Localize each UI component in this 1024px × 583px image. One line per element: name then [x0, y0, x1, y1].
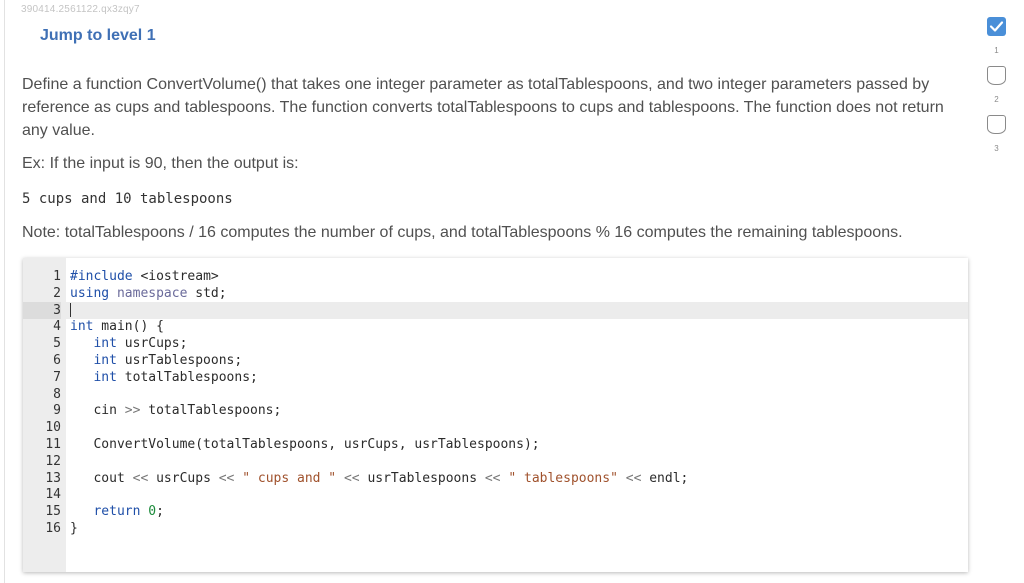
code-text[interactable]: using namespace std;	[70, 285, 227, 302]
code-text[interactable]: ConvertVolume(totalTablespoons, usrCups,…	[70, 436, 540, 453]
code-token: usrCups	[148, 470, 219, 486]
note-text: Note: totalTablespoons / 16 computes the…	[22, 224, 903, 241]
code-line[interactable]: 2 using namespace std;	[23, 285, 968, 302]
code-token: int	[70, 319, 94, 335]
code-text[interactable]: int usrCups;	[70, 335, 187, 352]
code-token: }	[70, 521, 78, 536]
line-number: 10	[45, 420, 61, 436]
code-line[interactable]: 3	[23, 301, 968, 319]
line-number: 4	[53, 319, 61, 335]
code-line[interactable]: 15 return 0;	[23, 503, 968, 520]
line-number: 1	[53, 269, 61, 284]
text-cursor	[70, 303, 71, 318]
level-2-level-badge-icon[interactable]	[987, 66, 1006, 85]
code-token: int	[70, 369, 117, 385]
code-text[interactable]: cout << usrCups << " cups and " << usrTa…	[70, 470, 688, 487]
code-editor[interactable]: 1 #include <iostream> 2 using namespace std…	[23, 258, 968, 572]
code-token: int	[70, 353, 117, 368]
code-token: cout	[70, 470, 133, 486]
code-token: main() {	[93, 319, 164, 335]
code-token: cin	[70, 403, 125, 419]
code-token: return	[70, 504, 141, 520]
level-1-check-icon[interactable]	[987, 17, 1006, 36]
code-token: <<	[625, 470, 642, 486]
code-line[interactable]: 1 #include <iostream>	[23, 268, 968, 285]
code-token: ;	[156, 504, 164, 520]
code-line[interactable]: 6 int usrTablespoons;	[23, 352, 968, 369]
code-token: 0	[148, 504, 157, 520]
level-number: 1	[994, 46, 999, 55]
code-token: >>	[124, 403, 141, 419]
line-number: 9	[53, 403, 61, 419]
line-number: 5	[53, 336, 61, 352]
code-token: int	[70, 336, 117, 352]
code-line[interactable]: 12	[23, 453, 968, 470]
code-text[interactable]: int usrTablespoons;	[70, 352, 242, 369]
code-text[interactable]: int main() {	[70, 318, 164, 335]
code-token: #include	[70, 269, 133, 284]
left-divider	[4, 0, 5, 583]
line-number: 7	[53, 369, 61, 385]
activity-id: 390414.2561122.qx3zqy7	[21, 4, 140, 15]
code-line[interactable]: 13 cout << usrCups << " cups and " << us…	[23, 470, 968, 487]
line-number: 11	[45, 437, 61, 452]
code-line[interactable]: 16}	[23, 520, 968, 537]
example-text: Ex: If the input is 90, then the output …	[22, 155, 299, 172]
code-token: <<	[218, 470, 235, 486]
line-number: 6	[53, 353, 61, 368]
level-number: 2	[994, 95, 999, 104]
code-token: ConvertVolume(totalTablespoons, usrCups,…	[70, 437, 540, 452]
code-token: totalTablespoons;	[116, 369, 258, 385]
code-token: usrTablespoons;	[116, 353, 243, 368]
code-line[interactable]: 11 ConvertVolume(totalTablespoons, usrCu…	[23, 436, 968, 453]
code-token: <iostream>	[132, 269, 219, 284]
code-line[interactable]: 7 int totalTablespoons;	[23, 369, 968, 386]
code-token: namespace	[116, 285, 188, 301]
code-line[interactable]: 14	[23, 486, 968, 503]
code-token: <<	[132, 470, 149, 486]
line-number: 14	[45, 487, 61, 503]
code-token: usrTablespoons	[359, 470, 485, 486]
code-text[interactable]: cin >> totalTablespoons;	[70, 402, 281, 419]
code-line[interactable]: 5 int usrCups;	[23, 335, 968, 352]
code-text[interactable]: #include <iostream>	[70, 268, 219, 285]
line-number: 2	[53, 285, 61, 301]
code-line[interactable]: 8	[23, 386, 968, 403]
code-token: " cups and "	[234, 470, 337, 486]
line-number: 13	[45, 470, 61, 486]
code-token: " tablespoons"	[500, 470, 618, 486]
line-number: 16	[45, 521, 61, 536]
jump-to-level-link[interactable]: Jump to level 1	[40, 27, 156, 45]
line-number: 8	[53, 386, 61, 402]
sample-output: 5 cups and 10 tablespoons	[22, 191, 233, 207]
code-text[interactable]: return 0;	[70, 503, 164, 520]
code-line[interactable]: 4 int main() {	[23, 318, 968, 335]
code-token: std;	[187, 285, 227, 301]
line-number: 12	[45, 453, 61, 469]
code-token: <<	[343, 470, 360, 486]
problem-description: Define a function ConvertVolume() that t…	[22, 76, 944, 139]
code-token: usrCups;	[116, 336, 188, 352]
line-number: 3	[23, 301, 61, 319]
code-token: totalTablespoons;	[140, 403, 282, 419]
line-number: 15	[45, 504, 61, 520]
code-line[interactable]: 10	[23, 419, 968, 436]
code-text[interactable]: }	[70, 520, 78, 537]
level-number: 3	[994, 144, 999, 153]
code-text[interactable]: int totalTablespoons;	[70, 369, 258, 386]
check-icon	[989, 21, 1004, 32]
code-token: using	[70, 285, 110, 301]
level-3-level-badge-icon[interactable]	[987, 115, 1006, 134]
code-token: endl;	[641, 470, 689, 486]
code-token: <<	[484, 470, 501, 486]
code-line[interactable]: 9 cin >> totalTablespoons;	[23, 402, 968, 419]
code-text[interactable]	[70, 302, 71, 319]
